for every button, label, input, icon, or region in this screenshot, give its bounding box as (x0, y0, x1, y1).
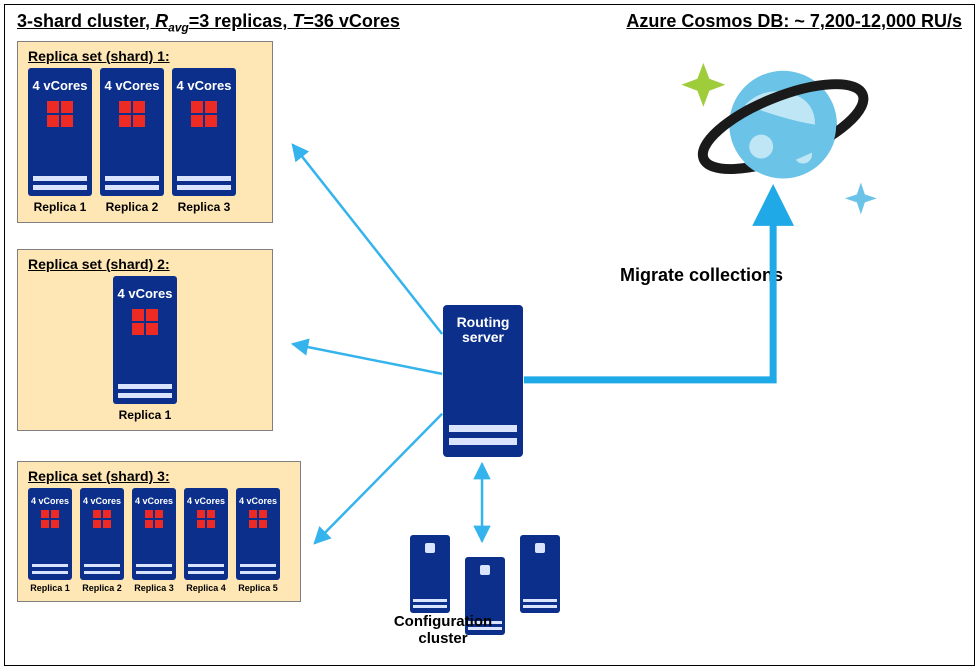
chip-grid-icon (189, 99, 219, 129)
replica-label: Replica 3 (178, 200, 231, 214)
routing-server: Routing server (443, 305, 523, 457)
vcore-text: 4 vCores (118, 286, 173, 301)
replica-label: Replica 5 (238, 583, 278, 593)
cosmos-db-icon (681, 63, 876, 215)
shard-1-replicas: 4 vCoresReplica 14 vCoresReplica 24 vCor… (28, 68, 262, 214)
replica: 4 vCores Replica 2 (80, 488, 124, 593)
replica-label: Replica 2 (106, 200, 159, 214)
title-left-mid: =3 replicas, (189, 11, 293, 31)
server-bars (32, 564, 69, 574)
title-right: Azure Cosmos DB: ~ 7,200-12,000 RU/s (626, 11, 962, 32)
config-server-3 (520, 535, 560, 613)
shard-2: Replica set (shard) 2: 4 vCores Replica 1 (17, 249, 273, 431)
server-bars (240, 564, 277, 574)
replica: 4 vCores Replica 1 (28, 488, 72, 593)
server-icon: 4 vCores (100, 68, 164, 196)
shard-2-title: Replica set (shard) 2: (28, 256, 262, 272)
title-left: 3-shard cluster, Ravg=3 replicas, T=36 v… (17, 11, 400, 35)
server-icon: 4 vCores (28, 488, 72, 580)
chip-grid-icon (145, 510, 163, 528)
chip-grid-icon (249, 510, 267, 528)
arrow-routing-to-shard3 (315, 414, 443, 544)
server-bars (105, 176, 159, 190)
replica: 4 vCores Replica 2 (100, 68, 164, 214)
server-icon: 4 vCores (28, 68, 92, 196)
chip-grid-icon (45, 99, 75, 129)
migrate-label: Migrate collections (620, 265, 783, 286)
chip-grid-icon (41, 510, 59, 528)
server-icon: 4 vCores (113, 276, 177, 404)
chip-grid-icon (130, 307, 160, 337)
replica-label: Replica 1 (34, 200, 87, 214)
title-left-t: T (292, 11, 303, 31)
arrow-routing-to-shard1 (293, 145, 443, 334)
routing-server-bars (449, 425, 516, 445)
arrow-routing-to-shard2 (293, 344, 443, 374)
replica-label: Replica 1 (119, 408, 172, 422)
server-icon: 4 vCores (132, 488, 176, 580)
vcore-text: 4 vCores (31, 496, 69, 506)
vcore-text: 4 vCores (177, 78, 232, 93)
chip-grid-icon (197, 510, 215, 528)
replica: 4 vCores Replica 4 (184, 488, 228, 593)
title-left-prefix: 3-shard cluster, (17, 11, 155, 31)
chip-grid-icon (117, 99, 147, 129)
vcore-text: 4 vCores (135, 496, 173, 506)
shard-3-replicas: 4 vCoresReplica 14 vCoresReplica 24 vCor… (28, 488, 290, 593)
vcore-text: 4 vCores (239, 496, 277, 506)
replica-label: Replica 4 (186, 583, 226, 593)
config-server-1 (410, 535, 450, 613)
replica: 4 vCores Replica 1 (113, 276, 177, 422)
vcore-text: 4 vCores (83, 496, 121, 506)
arrow-migrate (524, 192, 773, 379)
title-left-ravg-sub: avg (168, 21, 189, 35)
replica: 4 vCores Replica 3 (132, 488, 176, 593)
server-icon: 4 vCores (172, 68, 236, 196)
server-icon: 4 vCores (236, 488, 280, 580)
chip-grid-icon (93, 510, 111, 528)
server-bars (118, 384, 172, 398)
title-left-suffix: =36 vCores (303, 11, 400, 31)
vcore-text: 4 vCores (187, 496, 225, 506)
config-cluster-label: Configuration cluster (383, 613, 503, 647)
shard-3: Replica set (shard) 3: 4 vCores Replica 1… (17, 461, 301, 602)
server-bars (177, 176, 231, 190)
vcore-text: 4 vCores (33, 78, 88, 93)
server-icon: 4 vCores (80, 488, 124, 580)
server-icon: 4 vCores (184, 488, 228, 580)
shard-2-replicas: 4 vCores Replica 1 (28, 276, 262, 422)
replica: 4 vCores Replica 5 (236, 488, 280, 593)
replica-label: Replica 3 (134, 583, 174, 593)
replica: 4 vCores Replica 3 (172, 68, 236, 214)
replica-label: Replica 2 (82, 583, 122, 593)
replica-label: Replica 1 (30, 583, 70, 593)
server-bars (136, 564, 173, 574)
shard-3-title: Replica set (shard) 3: (28, 468, 290, 484)
diagram-canvas: 3-shard cluster, Ravg=3 replicas, T=36 v… (4, 4, 975, 666)
shard-1: Replica set (shard) 1: 4 vCores Replica 1… (17, 41, 273, 223)
vcore-text: 4 vCores (105, 78, 160, 93)
shard-1-title: Replica set (shard) 1: (28, 48, 262, 64)
server-bars (188, 564, 225, 574)
title-left-ravg: R (155, 11, 168, 31)
routing-server-label: Routing server (443, 315, 523, 346)
server-bars (84, 564, 121, 574)
replica: 4 vCores Replica 1 (28, 68, 92, 214)
server-bars (33, 176, 87, 190)
